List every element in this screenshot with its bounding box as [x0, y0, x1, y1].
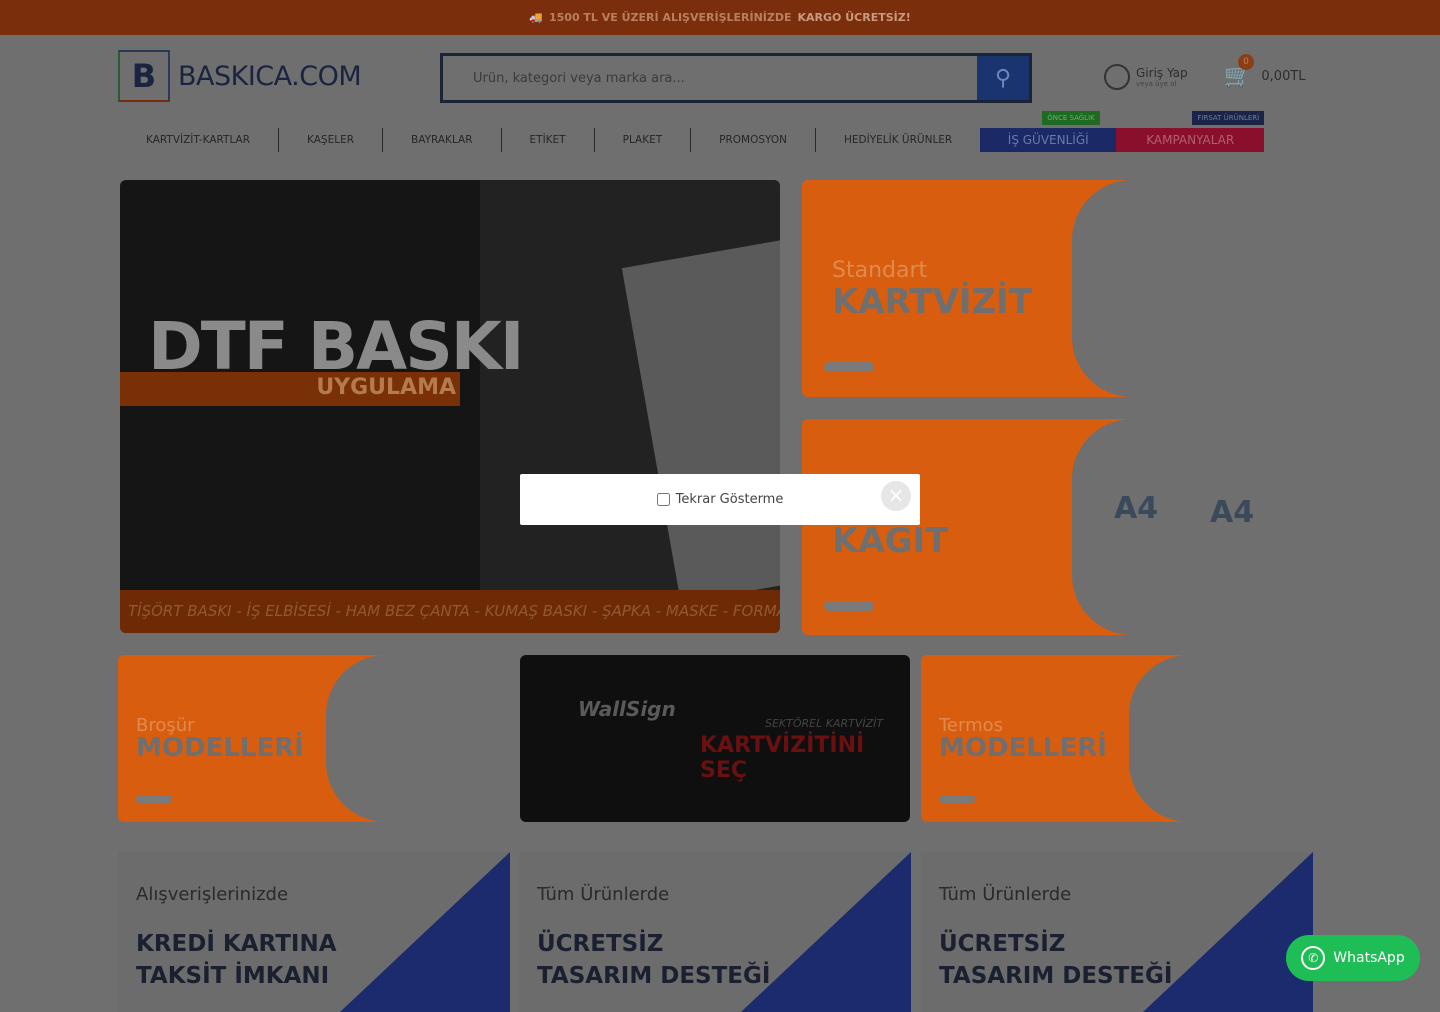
nav-kampanyalar[interactable]: FIRSAT ÜRÜNLERİ KAMPANYALAR: [1116, 111, 1265, 152]
logo[interactable]: B BASKICA.COM: [118, 50, 362, 102]
hero-bottom-text: TİŞÖRT BASKI - İŞ ELBİSESİ - HAM BEZ ÇAN…: [120, 590, 780, 633]
announcement-bar: 🚚 1500 TL VE ÜZERİ ALIŞVERİŞLERİNİZDE KAR…: [0, 0, 1440, 35]
nav-is-guvenligi[interactable]: ÖNCE SAĞLIK İŞ GÜVENLİĞİ: [980, 111, 1117, 152]
cart-total: 0,00TL: [1261, 69, 1306, 84]
popup-modal: Tekrar Gösterme ×: [520, 474, 920, 525]
nav-item[interactable]: PLAKET: [595, 128, 692, 152]
cart-button[interactable]: 🛒 0 0,00TL: [1224, 54, 1306, 89]
dont-show-again-label[interactable]: Tekrar Gösterme: [676, 492, 784, 507]
banner-bg: [1129, 655, 1313, 822]
dont-show-again-checkbox[interactable]: [656, 493, 670, 506]
login-link[interactable]: Giriş Yap veya üye ol: [1104, 64, 1188, 90]
nav-item[interactable]: KAŞELER: [279, 128, 384, 152]
close-button[interactable]: ×: [881, 481, 911, 511]
nav-item[interactable]: ETİKET: [502, 128, 595, 152]
banner-termos[interactable]: Termos MODELLERİ: [921, 655, 1313, 822]
nav-item[interactable]: KARTVİZİT-KARTLAR: [118, 128, 280, 152]
search-input[interactable]: [443, 56, 977, 100]
cart-count-badge: 0: [1238, 54, 1254, 70]
banner-button: [824, 601, 874, 611]
main-nav: KARTVİZİT-KARTLAR KAŞELER BAYRAKLAR ETİK…: [118, 111, 1320, 152]
banner-kartvizit[interactable]: Standart KARTVİZİT: [802, 180, 1302, 397]
nav-item[interactable]: BAYRAKLAR: [383, 128, 502, 152]
feature-taksit[interactable]: Alışverişlerinizde KREDİ KARTINA TAKSİT İ…: [118, 852, 510, 1012]
hero-banner[interactable]: UYGULAMA DTF BASKI TİŞÖRT BASKI - İŞ ELB…: [120, 180, 780, 633]
feature-tasarim-2[interactable]: Tüm Ürünlerde ÜCRETSİZ TASARIM DESTEĞİ: [921, 852, 1313, 1012]
banner-button: [939, 795, 975, 803]
banner-brosur[interactable]: Broşür MODELLERİ: [118, 655, 510, 822]
feature-bg: [340, 852, 510, 1012]
banner-button: [824, 362, 874, 372]
banner-kagit[interactable]: KAĞIT A4 A4: [802, 419, 1302, 635]
banner-sektorel-kartvizit[interactable]: WallSign SEKTÖREL KARTVİZİT KARTVİZİTİNİ…: [520, 655, 910, 822]
whatsapp-icon: ✆: [1301, 946, 1326, 970]
cart-icon: 🛒 0: [1224, 54, 1254, 89]
search-button[interactable]: ⚲: [977, 56, 1029, 100]
search-icon: ⚲: [994, 65, 1012, 91]
hero-title: DTF BASKI: [148, 308, 524, 385]
search-bar: ⚲: [440, 53, 1032, 103]
banner-bg: [1072, 180, 1302, 397]
nav-item[interactable]: PROMOSYON: [691, 128, 816, 152]
feature-tasarim[interactable]: Tüm Ürünlerde ÜCRETSİZ TASARIM DESTEĞİ: [519, 852, 911, 1012]
nav-item[interactable]: HEDİYELİK ÜRÜNLER: [816, 128, 980, 152]
banner-bg: [326, 655, 510, 822]
user-icon: [1104, 64, 1130, 90]
banner-button: [136, 795, 172, 803]
truck-icon: 🚚: [529, 11, 543, 24]
banner-bg: [1072, 419, 1302, 635]
header: B BASKICA.COM ⚲ Giriş Yapveya üye ol 🛒0 …: [118, 50, 1318, 106]
whatsapp-button[interactable]: ✆ WhatsApp: [1286, 935, 1420, 981]
